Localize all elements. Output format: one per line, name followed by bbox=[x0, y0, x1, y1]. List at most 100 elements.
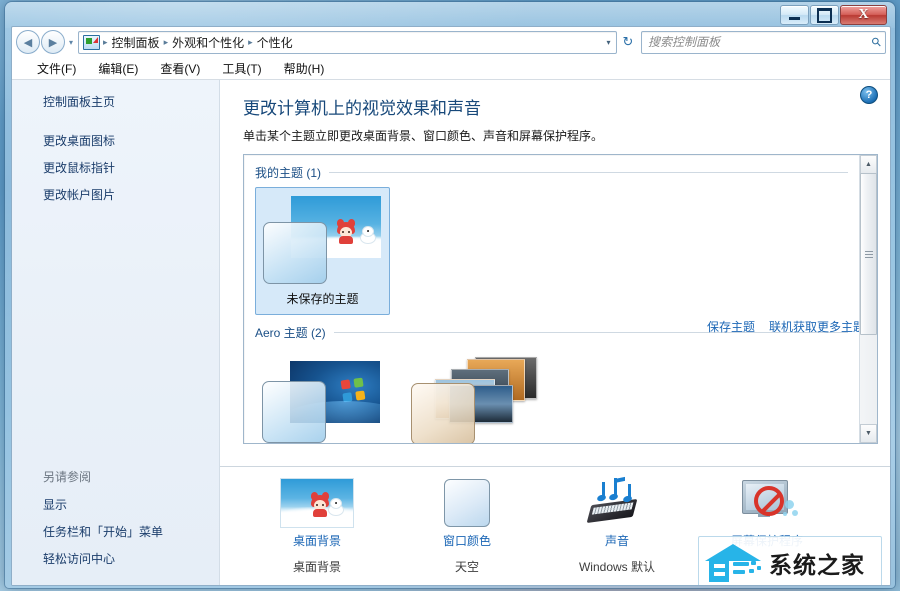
bubble-shape bbox=[783, 512, 787, 516]
theme-list-box: 我的主题 (1) 未保存的主题 Aero 主题 (2) 保存主题 联机获取更多主… bbox=[243, 154, 878, 444]
forward-button[interactable]: ▶ bbox=[41, 30, 65, 54]
minimize-button[interactable] bbox=[780, 5, 809, 25]
content-pane: ? 更改计算机上的视觉效果和声音 单击某个主题立即更改桌面背景、窗口颜色、声音和… bbox=[220, 80, 890, 585]
component-title[interactable]: 声音 bbox=[542, 530, 692, 549]
theme-actions: 保存主题 联机获取更多主题 bbox=[707, 318, 865, 335]
sidebar-item-account-picture[interactable]: 更改帐户图片 bbox=[12, 181, 219, 208]
recent-pages-dropdown[interactable]: ▾ bbox=[69, 38, 73, 47]
snowman-icon bbox=[361, 227, 375, 243]
eye-shape bbox=[316, 504, 318, 506]
help-icon[interactable]: ? bbox=[860, 86, 878, 104]
sidebar: 控制面板主页 更改桌面图标 更改鼠标指针 更改帐户图片 另请参阅 显示 任务栏和… bbox=[12, 80, 220, 585]
scroll-up-button[interactable]: ▲ bbox=[860, 155, 877, 174]
theme-tile-inner bbox=[404, 347, 537, 443]
body-shape bbox=[339, 236, 353, 244]
maximize-button[interactable] bbox=[810, 5, 839, 25]
theme-tile-unsaved[interactable]: 未保存的主题 bbox=[255, 187, 390, 315]
breadcrumb-appearance[interactable]: 外观和个性化 bbox=[169, 34, 247, 51]
eye-shape bbox=[322, 504, 324, 506]
color-swatch bbox=[444, 479, 490, 527]
group-divider bbox=[329, 172, 848, 173]
component-value: 桌面背景 bbox=[292, 560, 341, 574]
eye-shape bbox=[342, 231, 344, 233]
logo-quadrant bbox=[355, 390, 366, 401]
theme-tile-architecture[interactable] bbox=[404, 347, 537, 443]
screensaver-icon bbox=[692, 476, 842, 530]
dash-shape bbox=[733, 570, 745, 574]
component-value: 天空 bbox=[454, 560, 479, 574]
see-also-section: 另请参阅 显示 任务栏和「开始」菜单 轻松访问中心 bbox=[12, 465, 219, 572]
body-shape bbox=[313, 509, 327, 517]
sidebar-item-control-panel-home[interactable]: 控制面板主页 bbox=[12, 88, 219, 115]
component-title[interactable]: 窗口颜色 bbox=[392, 530, 542, 549]
scroll-down-button[interactable]: ▼ bbox=[860, 424, 877, 443]
close-button[interactable]: X bbox=[840, 5, 887, 25]
roof-shape bbox=[705, 544, 761, 561]
bubble-shape bbox=[792, 510, 798, 516]
window-color-icon bbox=[392, 476, 542, 530]
menu-help[interactable]: 帮助(H) bbox=[273, 58, 336, 79]
menu-edit[interactable]: 编辑(E) bbox=[87, 58, 149, 79]
snowman-head bbox=[331, 499, 341, 508]
dash-shape bbox=[751, 561, 756, 565]
refresh-icon: ↻ bbox=[622, 34, 634, 49]
back-button[interactable]: ◀ bbox=[16, 30, 40, 54]
theme-group-label: 我的主题 (1) bbox=[255, 166, 322, 180]
window-preview-glass bbox=[411, 383, 475, 443]
wallpaper-thumb bbox=[280, 478, 354, 528]
music-note bbox=[614, 478, 617, 497]
component-title[interactable]: 桌面背景 bbox=[242, 530, 392, 549]
grip-icon bbox=[864, 250, 873, 258]
theme-thumbnail bbox=[262, 355, 380, 443]
watermark: 系统之家 bbox=[698, 536, 882, 585]
eye-shape bbox=[335, 502, 337, 504]
theme-tiles-aero bbox=[244, 343, 860, 443]
component-desktop-background[interactable]: 桌面背景 桌面背景 bbox=[242, 476, 392, 575]
snowman-icon bbox=[329, 499, 343, 515]
get-more-themes-link[interactable]: 联机获取更多主题 bbox=[769, 318, 865, 335]
logo-quadrant bbox=[342, 392, 353, 403]
wall-shape bbox=[709, 560, 729, 582]
eye-shape bbox=[348, 231, 350, 233]
music-note bbox=[602, 482, 605, 498]
keyboard-shape bbox=[586, 499, 638, 523]
address-field[interactable]: ▸ 控制面板 ▸ 外观和个性化 ▸ 个性化 ▾ bbox=[78, 30, 617, 54]
screensaver-glyph bbox=[736, 478, 798, 528]
save-theme-link[interactable]: 保存主题 bbox=[707, 318, 755, 335]
dash-shape bbox=[749, 569, 754, 573]
see-also-item-display[interactable]: 显示 bbox=[12, 491, 219, 518]
theme-group-label: Aero 主题 (2) bbox=[255, 326, 326, 340]
theme-tile-inner bbox=[255, 347, 388, 443]
component-sounds[interactable]: 声音 Windows 默认 bbox=[542, 476, 692, 575]
menu-view[interactable]: 查看(V) bbox=[149, 58, 211, 79]
theme-list-scroll-area: 我的主题 (1) 未保存的主题 Aero 主题 (2) bbox=[244, 155, 860, 443]
vertical-scrollbar[interactable]: ▲ ▼ bbox=[859, 155, 877, 443]
bubble-shape bbox=[785, 500, 794, 509]
sidebar-item-desktop-icons[interactable]: 更改桌面图标 bbox=[12, 127, 219, 154]
search-input[interactable] bbox=[646, 34, 873, 50]
address-dropdown-icon[interactable]: ▾ bbox=[601, 38, 616, 47]
house-logo-icon bbox=[703, 542, 765, 584]
sidebar-item-mouse-pointers[interactable]: 更改鼠标指针 bbox=[12, 154, 219, 181]
window-client-area: ◀ ▶ ▾ ▸ 控制面板 ▸ 外观和个性化 ▸ 个性化 ▾ ↻ ⚲ bbox=[11, 26, 891, 586]
dash-shape bbox=[733, 562, 749, 566]
control-panel-icon bbox=[83, 34, 101, 50]
refresh-button[interactable]: ↻ bbox=[617, 34, 639, 50]
window-preview-glass bbox=[262, 381, 326, 443]
eye-shape bbox=[367, 230, 369, 232]
snowman-head bbox=[363, 227, 373, 236]
scrollbar-thumb[interactable] bbox=[860, 173, 877, 335]
theme-name: 未保存的主题 bbox=[286, 292, 359, 306]
see-also-item-ease-of-access[interactable]: 轻松访问中心 bbox=[12, 545, 219, 572]
breadcrumb-personalization[interactable]: 个性化 bbox=[254, 34, 296, 51]
search-box[interactable]: ⚲ bbox=[641, 30, 886, 54]
theme-thumbnail bbox=[263, 196, 381, 284]
component-window-color[interactable]: 窗口颜色 天空 bbox=[392, 476, 542, 575]
theme-tile-windows7[interactable] bbox=[255, 347, 388, 443]
menu-file[interactable]: 文件(F) bbox=[26, 58, 87, 79]
see-also-item-taskbar-start[interactable]: 任务栏和「开始」菜单 bbox=[12, 518, 219, 545]
theme-tiles-my-themes: 未保存的主题 bbox=[244, 183, 860, 315]
menu-tools[interactable]: 工具(T) bbox=[211, 58, 272, 79]
breadcrumb-control-panel[interactable]: 控制面板 bbox=[109, 34, 163, 51]
back-icon: ◀ bbox=[23, 36, 33, 49]
